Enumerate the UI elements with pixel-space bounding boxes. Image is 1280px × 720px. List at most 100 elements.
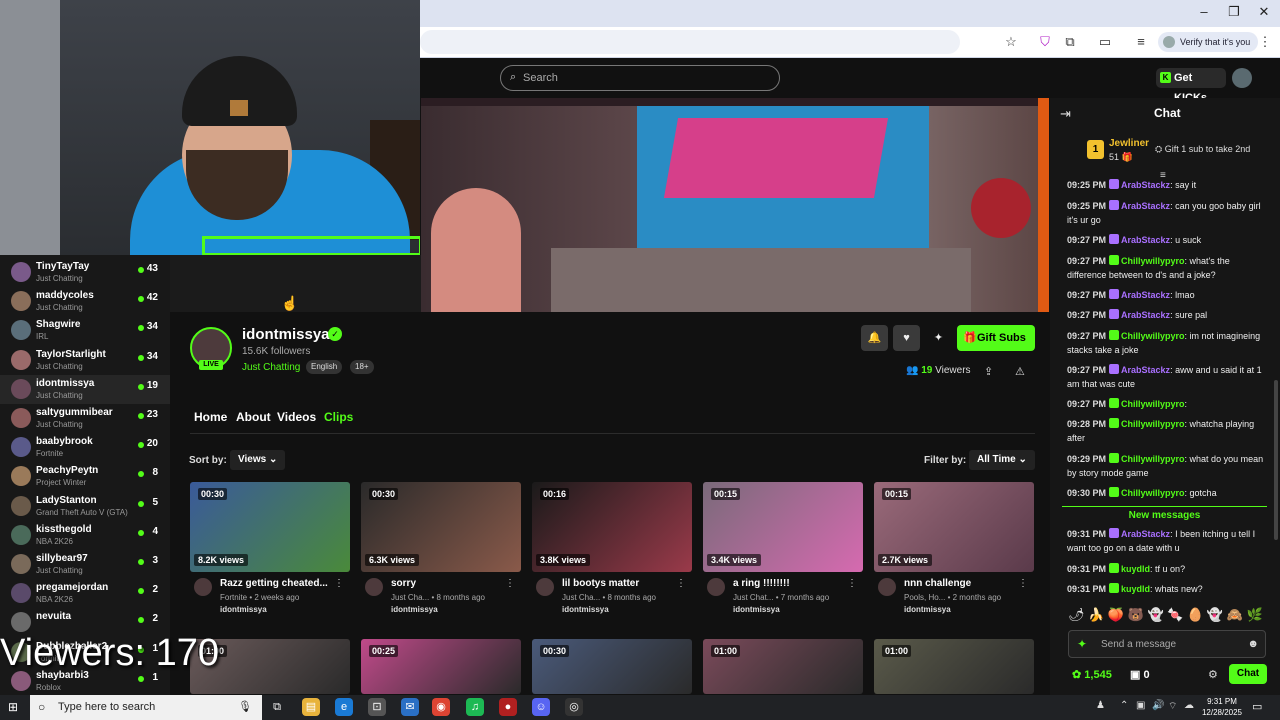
clip-card[interactable]: 00:15 2.7K views nnn challenge Pools, Ho...…	[874, 482, 1036, 622]
maximize-icon[interactable]: ❐	[1224, 4, 1244, 20]
report-warning-icon[interactable]: ⚠	[1015, 365, 1025, 378]
sidebar-item[interactable]: TinyTayTay Just Chatting 43	[0, 258, 170, 287]
clip-thumbnail[interactable]: 00:30 6.3K views	[361, 482, 521, 572]
chat-settings-icon[interactable]: ⚙	[1208, 668, 1218, 681]
sidebar-item[interactable]: LadyStanton Grand Theft Auto V (GTA) 5	[0, 492, 170, 521]
clip-title[interactable]: Razz getting cheated...	[220, 578, 330, 589]
chat-username[interactable]: ArabStackz	[1121, 365, 1170, 375]
sidebar-item[interactable]: PeachyPeytn Project Winter 8	[0, 462, 170, 491]
bookmark-star-icon[interactable]: ☆	[1002, 34, 1020, 50]
filter-dropdown[interactable]: All Time ⌄	[969, 450, 1035, 470]
sidebar-item[interactable]: sillybear97 Just Chatting 3	[0, 550, 170, 579]
tab-clips[interactable]: Clips	[324, 410, 353, 424]
chat-username[interactable]: ArabStackz	[1121, 310, 1170, 320]
chat-username[interactable]: Chillywillypyro	[1121, 331, 1185, 341]
minimize-icon[interactable]: –	[1194, 4, 1214, 19]
chrome-icon[interactable]: ◉	[432, 698, 450, 716]
clip-user[interactable]: idontmissya	[733, 605, 780, 614]
chat-username[interactable]: Chillywillypyro	[1121, 419, 1185, 429]
clip-user[interactable]: idontmissya	[904, 605, 951, 614]
clip-user[interactable]: idontmissya	[220, 605, 267, 614]
task-view-icon[interactable]: ⧉	[268, 698, 286, 716]
edge-icon[interactable]: e	[335, 698, 353, 716]
chat-username[interactable]: Chillywillypyro	[1121, 454, 1185, 464]
send-chat-button[interactable]: Chat	[1229, 664, 1267, 684]
clip-thumbnail[interactable]: 01:00	[874, 639, 1034, 694]
avatar[interactable]	[194, 578, 212, 596]
sort-dropdown[interactable]: Views ⌄	[230, 450, 285, 470]
tab-videos[interactable]: Videos	[277, 410, 316, 424]
chat-username[interactable]: ArabStackz	[1121, 235, 1170, 245]
more-options-icon[interactable]: ⋮	[847, 578, 857, 589]
clip-card[interactable]: 00:15 3.4K views a ring !!!!!!!! Just Chat.…	[703, 482, 865, 622]
clip-title[interactable]: a ring !!!!!!!!	[733, 578, 843, 589]
extensions-icon[interactable]: ⧉	[1061, 34, 1079, 50]
chat-username[interactable]: kuydld	[1121, 584, 1150, 594]
video-player[interactable]	[421, 98, 1049, 312]
clip-thumbnail[interactable]: 00:25	[361, 639, 521, 694]
user-avatar[interactable]	[1232, 68, 1252, 88]
avatar[interactable]	[365, 578, 383, 596]
tray-app-icon[interactable]: ▣	[1136, 700, 1145, 711]
clip-thumbnail[interactable]: 00:16 3.8K views	[532, 482, 692, 572]
close-icon[interactable]: ✕	[1254, 4, 1274, 20]
spotify-icon[interactable]: ♫	[466, 698, 484, 716]
windows-start-icon[interactable]: ⊞	[8, 700, 22, 714]
recorder-icon[interactable]: ●	[499, 698, 517, 716]
address-bar[interactable]	[420, 30, 960, 54]
file-explorer-icon[interactable]: ▤	[302, 698, 320, 716]
clip-user[interactable]: idontmissya	[391, 605, 438, 614]
new-messages-divider[interactable]: New messages	[1062, 506, 1267, 521]
tag-language[interactable]: English	[306, 360, 343, 374]
people-icon[interactable]: ♟	[1096, 700, 1105, 711]
onedrive-icon[interactable]: ☁	[1184, 700, 1194, 711]
streamer-name[interactable]: idontmissya	[242, 326, 330, 343]
chat-username[interactable]: ArabStackz	[1121, 290, 1170, 300]
media-icon[interactable]: ≡	[1132, 34, 1150, 49]
chat-username[interactable]: ArabStackz	[1121, 529, 1170, 539]
clip-card[interactable]: 00:30 8.2K views Razz getting cheated... Fo…	[190, 482, 352, 622]
chat-username[interactable]: ArabStackz	[1121, 201, 1170, 211]
follow-heart-button[interactable]: ♥	[893, 325, 920, 351]
chat-message-input[interactable]: ✦ Send a message ☻	[1068, 630, 1266, 658]
clip-thumbnail[interactable]: 00:30	[532, 639, 692, 694]
clip-thumbnail[interactable]: 01:00	[703, 639, 863, 694]
gift-sub-prompt[interactable]: ⛭ Gift 1 sub to take 2nd	[1155, 144, 1250, 155]
chat-username[interactable]: ArabStackz	[1121, 180, 1170, 190]
tag-mature[interactable]: 18+	[350, 360, 374, 374]
clip-thumbnail[interactable]: 00:30 8.2K views	[190, 482, 350, 572]
store-icon[interactable]: ⊡	[368, 698, 386, 716]
sidebar-item[interactable]: saltygummibear Just Chatting 23	[0, 404, 170, 433]
avatar[interactable]	[878, 578, 896, 596]
chat-scrollbar[interactable]	[1274, 380, 1278, 540]
emote-bar[interactable]: 🌶 🍌 🍑 🐻 👻 🍬 🥚 👻 🙈 🌿	[1068, 607, 1268, 625]
clip-title[interactable]: sorry	[391, 578, 501, 589]
avatar[interactable]	[707, 578, 725, 596]
sidebar-item[interactable]: idontmissya Just Chatting 19	[0, 375, 170, 404]
notification-bell-button[interactable]: 🔔	[861, 325, 888, 351]
taskbar-clock[interactable]: 9:31 PM 12/28/2025	[1200, 696, 1244, 718]
chat-username[interactable]: Chillywillypyro	[1121, 399, 1185, 409]
more-options-icon[interactable]: ⋮	[334, 578, 344, 589]
sidebar-item[interactable]: pregamejordan NBA 2K26 2	[0, 579, 170, 608]
clip-thumbnail[interactable]: 00:15 3.4K views	[703, 482, 863, 572]
taskbar-search[interactable]: ○ Type here to search 🎙	[30, 695, 262, 720]
notifications-icon[interactable]: ▭	[1252, 700, 1262, 713]
chat-username[interactable]: kuydld	[1121, 564, 1150, 574]
tab-home[interactable]: Home	[194, 410, 227, 424]
sidebar-item[interactable]: TaylorStarlight Just Chatting 34	[0, 346, 170, 375]
chat-username[interactable]: Chillywillypyro	[1121, 256, 1185, 266]
clip-user[interactable]: idontmissya	[562, 605, 609, 614]
mail-icon[interactable]: ✉	[401, 698, 419, 716]
tab-about[interactable]: About	[236, 410, 271, 424]
clip-card[interactable]: 00:30 6.3K views sorry Just Cha... • 8 mont…	[361, 482, 523, 622]
browser-menu-icon[interactable]: ⋮	[1256, 34, 1274, 50]
sidebar-item[interactable]: kissthegold NBA 2K26 4	[0, 521, 170, 550]
sidebar-item[interactable]: Shagwire IRL 34	[0, 316, 170, 345]
microphone-icon[interactable]: 🎙	[238, 700, 252, 713]
clip-title[interactable]: nnn challenge	[904, 578, 1014, 589]
more-options-icon[interactable]: ⋮	[505, 578, 515, 589]
tray-chevron-icon[interactable]: ⌃	[1120, 700, 1128, 711]
clip-card[interactable]: 00:16 3.8K views lil bootys matter Just Cha…	[532, 482, 694, 622]
get-kicks-button[interactable]: KGet KICKs	[1156, 68, 1226, 104]
